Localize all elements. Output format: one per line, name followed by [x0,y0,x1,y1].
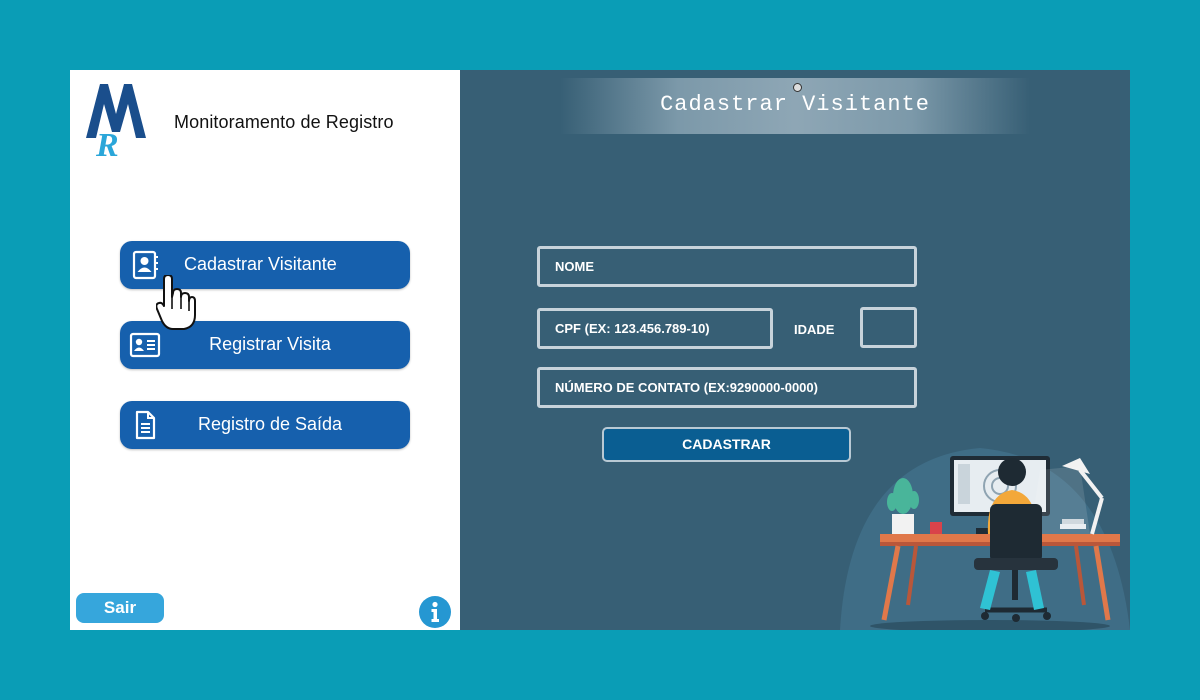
register-button[interactable]: CADASTRAR [602,427,851,462]
sidebar-item-registro-de-saida[interactable]: Registro de Saída [120,401,410,449]
sidebar-item-label: Registro de Saída [197,414,343,434]
main-panel: Cadastrar Visitante IDADE CADASTRAR [460,70,1130,630]
cpf-input[interactable] [537,308,773,349]
page-title: Cadastrar Visitante [660,92,930,117]
exit-button[interactable]: Sair [76,593,164,623]
age-label: IDADE [794,322,835,337]
brand-title: Monitoramento de Registro [174,112,394,132]
pin-icon [793,83,802,92]
name-input[interactable] [537,246,917,287]
info-icon[interactable] [418,595,452,629]
contact-number-input[interactable] [537,367,917,408]
mr-logo-icon: R [86,84,146,158]
hand-cursor-icon [156,275,196,330]
sidebar: R Monitoramento de Registro Cadastrar Vi… [70,70,460,630]
svg-text:R: R [95,127,119,158]
person-at-desk-illustration [840,448,1130,630]
age-input[interactable] [860,307,917,348]
app-window: R Monitoramento de Registro Cadastrar Vi… [70,70,1130,630]
sidebar-item-label: Cadastrar Visitante [184,254,337,274]
